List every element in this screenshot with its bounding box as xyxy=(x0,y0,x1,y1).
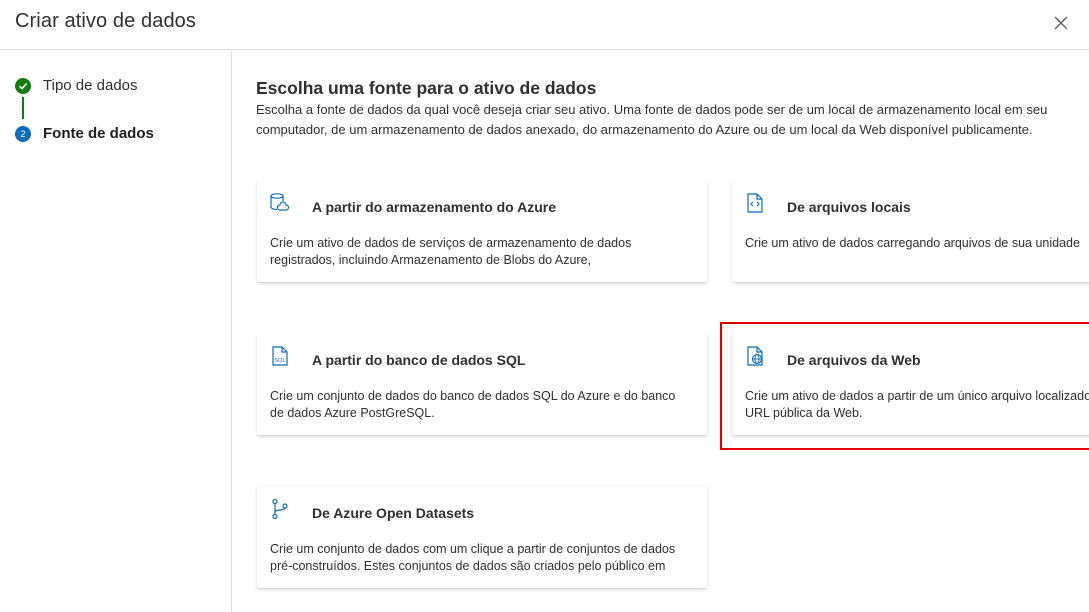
card-description-line: Crie um conjunto de dados do banco de da… xyxy=(270,389,676,403)
source-card-open-datasets[interactable]: De Azure Open Datasets Crie um conjunto … xyxy=(257,486,707,588)
step-label: Fonte de dados xyxy=(43,125,154,142)
card-description-line: registrados, incluindo Armazenamento de … xyxy=(270,253,592,267)
svg-text:SQL: SQL xyxy=(275,358,287,364)
card-title: De arquivos da Web xyxy=(787,352,921,368)
create-data-asset-dialog: Criar ativo de dados Tipo de dados 2 Fon… xyxy=(0,0,1089,612)
card-title: De arquivos locais xyxy=(787,199,911,215)
card-description-line: Crie um ativo de dados carregando arquiv… xyxy=(745,236,1080,250)
azure-storage-icon xyxy=(269,192,291,214)
card-description: Crie um ativo de dados a partir de um ún… xyxy=(745,388,1089,422)
sql-file-icon: SQL xyxy=(269,345,291,367)
card-description-line: pré-construídos. Estes conjuntos de dado… xyxy=(270,559,666,573)
card-description-line: Crie um ativo de dados de serviços de ar… xyxy=(270,236,632,250)
wizard-steps: Tipo de dados 2 Fonte de dados xyxy=(0,51,232,612)
card-title: A partir do banco de dados SQL xyxy=(312,352,526,368)
step-label: Tipo de dados xyxy=(43,77,138,94)
dialog-header: Criar ativo de dados xyxy=(0,0,1089,50)
source-card-sql-database[interactable]: SQL A partir do banco de dados SQL Crie … xyxy=(257,333,707,435)
card-description: Crie um conjunto de dados com um clique … xyxy=(270,541,700,575)
open-datasets-icon xyxy=(269,498,291,520)
source-card-azure-storage[interactable]: A partir do armazenamento do Azure Crie … xyxy=(257,180,707,282)
web-file-icon xyxy=(744,345,766,367)
card-title: De Azure Open Datasets xyxy=(312,505,475,521)
step-connector xyxy=(22,97,24,119)
card-description: Crie um ativo de dados de serviços de ar… xyxy=(270,235,700,269)
card-description: Crie um conjunto de dados do banco de da… xyxy=(270,388,700,422)
main-content: Escolha uma fonte para o ativo de dados … xyxy=(233,51,1089,612)
card-description-line: Crie um ativo de dados a partir de um ún… xyxy=(745,389,1089,403)
step-tipo-de-dados[interactable]: Tipo de dados xyxy=(15,77,138,94)
source-card-web-files[interactable]: De arquivos da Web Crie um ativo de dado… xyxy=(732,333,1089,435)
step-number-badge: 2 xyxy=(15,125,31,142)
card-description: Crie um ativo de dados carregando arquiv… xyxy=(745,235,1089,252)
source-card-local-files[interactable]: De arquivos locais Crie um ativo de dado… xyxy=(732,180,1089,282)
page-description: Escolha a fonte de dados da qual você de… xyxy=(256,102,1048,137)
local-file-icon xyxy=(744,192,766,214)
check-icon xyxy=(15,77,31,94)
card-title: A partir do armazenamento do Azure xyxy=(312,199,557,215)
card-description-line: URL pública da Web. xyxy=(745,406,863,420)
step-fonte-de-dados[interactable]: 2 Fonte de dados xyxy=(15,125,154,142)
dialog-title: Criar ativo de dados xyxy=(15,10,196,32)
card-description-line: de dados Azure PostGreSQL. xyxy=(270,406,435,420)
page-title: Escolha uma fonte para o ativo de dados xyxy=(256,78,597,98)
close-icon[interactable] xyxy=(1050,12,1072,34)
card-description-line: Crie um conjunto de dados com um clique … xyxy=(270,542,676,556)
